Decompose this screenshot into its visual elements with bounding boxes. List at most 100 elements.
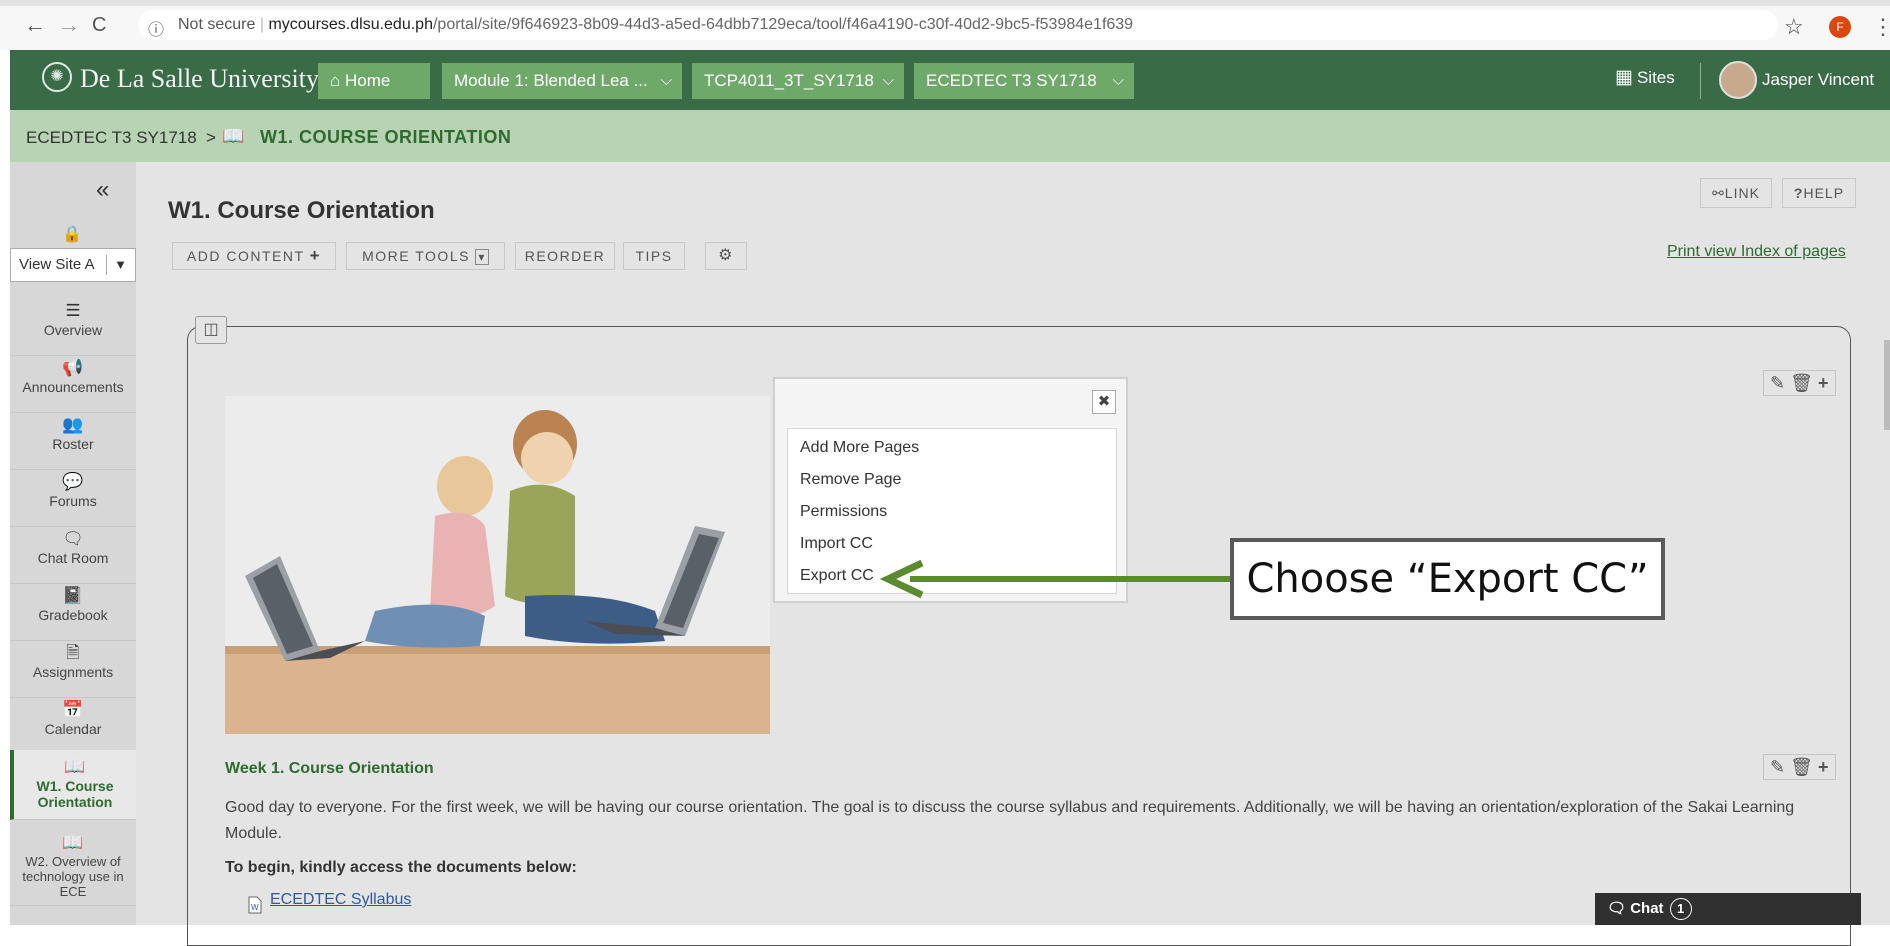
- sidebar-item-label: Gradebook: [38, 607, 108, 623]
- sidebar-item-announcements[interactable]: 📢 Announcements: [10, 357, 136, 413]
- link-label: LINK: [1724, 185, 1760, 201]
- chat-icon: 🗨: [62, 529, 84, 548]
- index-of-pages-link[interactable]: Index of pages: [1741, 243, 1846, 260]
- syllabus-link[interactable]: ECEDTEC Syllabus: [270, 891, 411, 909]
- view-site-as-label: View Site A: [19, 256, 95, 273]
- calendar-icon: 📅: [62, 700, 84, 719]
- menu-item-add-more-pages[interactable]: Add More Pages: [800, 439, 919, 457]
- word-document-icon: W: [248, 896, 262, 919]
- sidebar-item-overview[interactable]: ☰ Overview: [10, 300, 136, 356]
- reorder-button[interactable]: REORDER: [515, 242, 615, 270]
- add-content-label: ADD CONTENT: [186, 248, 305, 264]
- sidebar-item-label: W1. Course Orientation: [36, 778, 114, 810]
- sidebar-item-forums[interactable]: 💬 Forums: [10, 471, 136, 527]
- item-tools: ✎ 🗑 +: [1763, 754, 1836, 780]
- sidebar-item-roster[interactable]: 👥 Roster: [10, 414, 136, 470]
- sidebar-item-assignments[interactable]: 🗎 Assignments: [10, 642, 136, 698]
- more-tools-button[interactable]: MORE TOOLS ▾: [346, 242, 505, 270]
- scrollbar[interactable]: [1884, 340, 1890, 430]
- breadcrumb-current-page: W1. COURSE ORIENTATION: [260, 127, 512, 147]
- sites-label: Sites: [1636, 68, 1675, 87]
- chat-count-badge: 1: [1669, 898, 1692, 920]
- site-dropdown-label: Module 1: Blended Lea ...: [454, 71, 648, 90]
- help-button[interactable]: ?HELP: [1782, 178, 1856, 208]
- link-button[interactable]: ⚯LINK: [1700, 178, 1772, 208]
- chat-button[interactable]: 🗨 Chat 1: [1595, 893, 1861, 925]
- sidebar-item-calendar[interactable]: 📅 Calendar: [10, 699, 136, 755]
- user-avatar[interactable]: [1719, 61, 1757, 99]
- menu-item-permissions[interactable]: Permissions: [800, 503, 887, 521]
- breadcrumb-separator: >: [206, 128, 216, 147]
- home-label: Home: [345, 71, 391, 90]
- file-icon: 🗎: [66, 643, 80, 662]
- syllabus-link-text: ECEDTEC Syllabus: [270, 891, 412, 908]
- sidebar-item-label: Chat Room: [37, 550, 109, 566]
- info-icon[interactable]: ⓘ: [148, 16, 164, 40]
- open-book-icon: 📖: [222, 126, 245, 146]
- children-laptops-image: [225, 396, 770, 734]
- dropdown-box-icon: ▾: [475, 249, 489, 265]
- item-tools: ✎ 🗑 +: [1763, 370, 1836, 396]
- security-label: Not secure: [178, 16, 256, 33]
- profile-avatar[interactable]: F: [1829, 16, 1851, 38]
- print-view-link[interactable]: Print view: [1667, 243, 1736, 260]
- page-title: W1. Course Orientation: [168, 197, 435, 224]
- plus-icon[interactable]: +: [1818, 757, 1829, 777]
- sidebar-item-label: Overview: [43, 322, 103, 338]
- university-seal-icon: ✺: [42, 62, 72, 92]
- add-content-button[interactable]: ADD CONTENT +: [172, 242, 336, 270]
- sidebar-item-label: Announcements: [22, 379, 124, 395]
- week-description: Good day to everyone. For the first week…: [225, 799, 1795, 842]
- columns-icon[interactable]: ◫: [195, 316, 227, 344]
- back-button[interactable]: ←: [24, 14, 46, 36]
- site-dropdown-label: ECEDTEC T3 SY1718: [926, 71, 1097, 90]
- sidebar-item-chat-room[interactable]: 🗨 Chat Room: [10, 528, 136, 584]
- sidebar-item-label: Forums: [49, 493, 97, 509]
- menu-item-export-cc[interactable]: Export CC: [800, 567, 874, 585]
- gear-icon[interactable]: ⚙: [705, 242, 747, 270]
- menu-item-remove-page[interactable]: Remove Page: [800, 471, 901, 489]
- brand-logo[interactable]: De La Salle University: [80, 64, 319, 94]
- site-dropdown-module1[interactable]: Module 1: Blended Lea ... ⌵: [442, 63, 682, 99]
- plus-icon[interactable]: +: [1818, 373, 1829, 393]
- sites-button[interactable]: ▦ Sites: [1615, 66, 1675, 89]
- book-icon: 📓: [62, 586, 84, 605]
- plus-icon: +: [309, 246, 322, 265]
- menu-item-import-cc[interactable]: Import CC: [800, 535, 873, 553]
- annotation-arrow: [880, 560, 1232, 598]
- week-title: Week 1. Course Orientation: [225, 760, 434, 777]
- link-icon: ⚯: [1712, 185, 1725, 201]
- url-path: /portal/site/9f646923-8b09-44d3-a5ed-64d…: [432, 16, 1134, 33]
- bookmark-star-icon[interactable]: ☆: [1784, 14, 1804, 40]
- home-button[interactable]: ⌂ Home: [318, 63, 430, 99]
- reload-button[interactable]: C: [92, 14, 106, 36]
- trash-icon[interactable]: 🗑: [1790, 373, 1813, 393]
- site-dropdown-tcp4011[interactable]: TCP4011_3T_SY1718 ⌵: [692, 63, 904, 99]
- collapse-sidebar-icon[interactable]: «: [96, 176, 109, 204]
- dropdown-arrow-icon: ▼: [114, 257, 127, 272]
- sidebar-item-w2-overview[interactable]: 📖 W2. Overview of technology use in ECE: [10, 826, 136, 906]
- url-display[interactable]: Not secure | mycourses.dlsu.edu.ph/porta…: [178, 16, 1133, 34]
- forward-button[interactable]: →: [58, 14, 80, 36]
- user-name[interactable]: Jasper Vincent: [1762, 70, 1874, 90]
- site-dropdown-ecedtec[interactable]: ECEDTEC T3 SY1718 ⌵: [914, 63, 1134, 99]
- sidebar-item-gradebook[interactable]: 📓 Gradebook: [10, 585, 136, 641]
- chevron-down-icon: ⌵: [882, 72, 894, 89]
- trash-icon[interactable]: 🗑: [1790, 757, 1813, 777]
- tips-button[interactable]: TIPS: [623, 242, 685, 270]
- divider: [1700, 63, 1701, 99]
- home-icon: ⌂: [330, 71, 345, 90]
- more-tools-label: MORE TOOLS: [362, 248, 470, 264]
- sidebar-item-label: Calendar: [44, 721, 102, 737]
- edit-icon[interactable]: ✎: [1770, 757, 1785, 777]
- annotation-callout: Choose “Export CC”: [1230, 538, 1665, 620]
- sidebar-item-label: W2. Overview of technology use in ECE: [22, 854, 124, 899]
- browser-menu-icon[interactable]: ⋮: [1872, 14, 1890, 40]
- breadcrumb-site-link[interactable]: ECEDTEC T3 SY1718: [26, 128, 197, 148]
- edit-icon[interactable]: ✎: [1770, 373, 1785, 393]
- users-icon: 👥: [62, 415, 84, 434]
- close-icon[interactable]: ✖: [1092, 390, 1116, 414]
- sidebar-item-w1-course-orientation[interactable]: 📖 W1. Course Orientation: [10, 750, 136, 820]
- view-site-as-select[interactable]: View Site A ▼: [10, 248, 136, 282]
- list-icon: ☰: [65, 301, 81, 320]
